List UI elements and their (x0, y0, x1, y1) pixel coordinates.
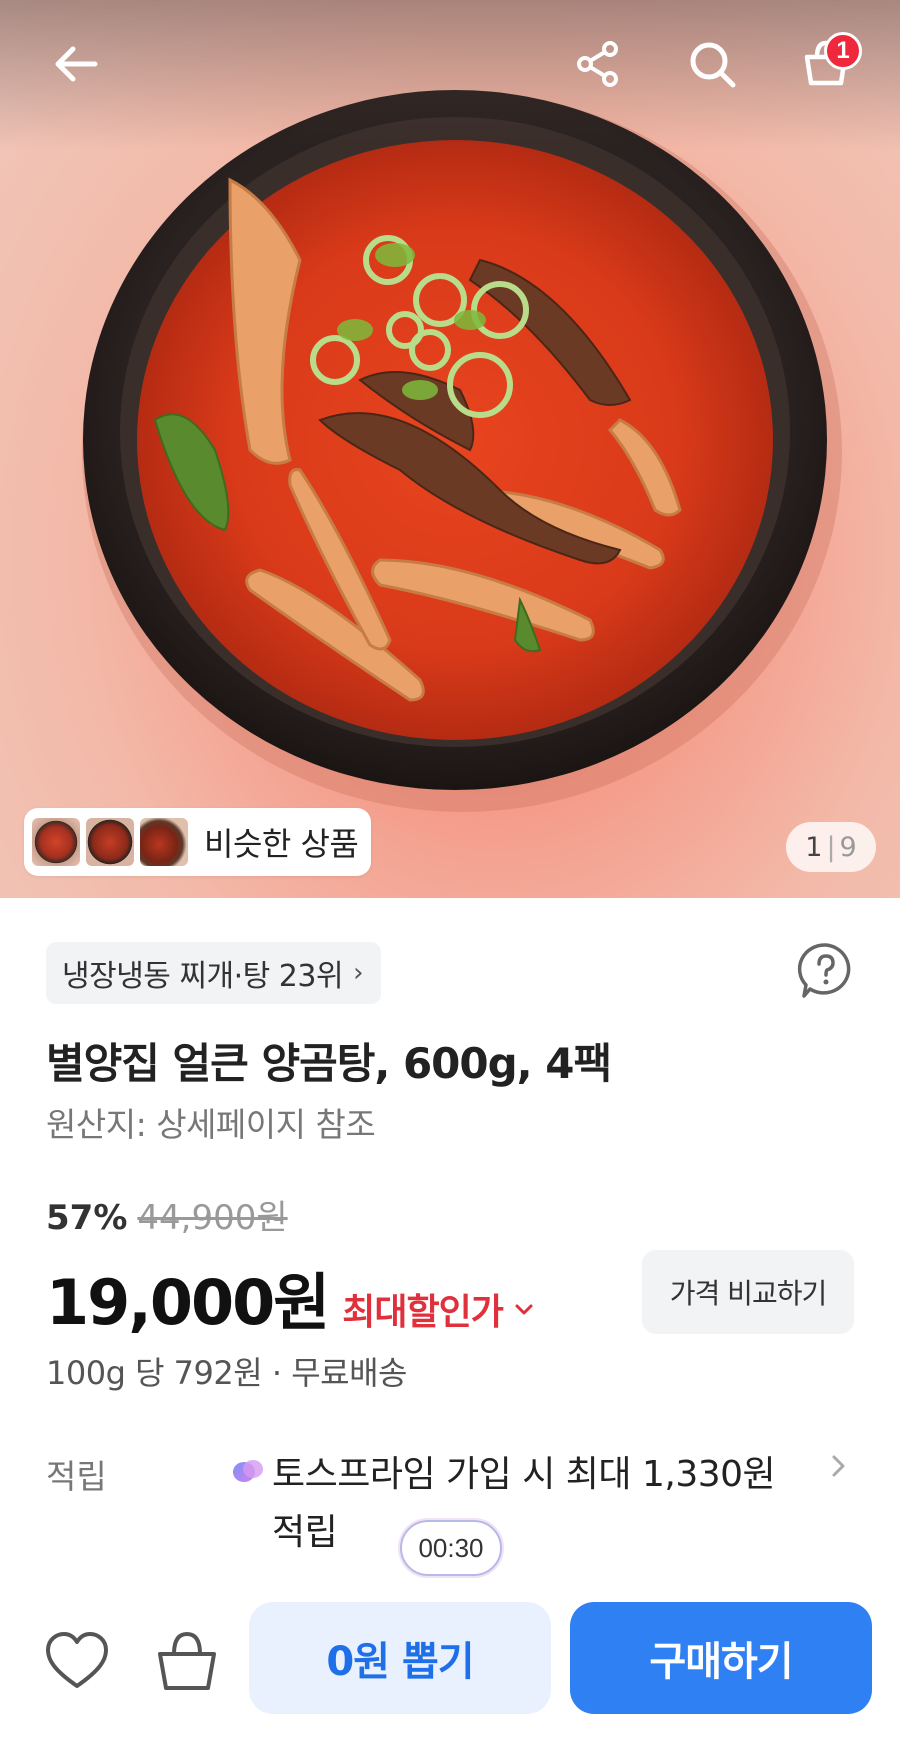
chevron-right-icon[interactable] (830, 1452, 848, 1487)
discount-rate: 57% (46, 1198, 128, 1238)
max-discount-toggle[interactable]: 최대할인가 (342, 1283, 535, 1335)
similar-thumbnail (140, 818, 188, 866)
share-icon (577, 41, 618, 87)
toss-prime-icon (233, 1460, 263, 1482)
product-image-gallery[interactable]: 1 비슷한 상품 1 | 9 (0, 0, 900, 898)
top-gradient-overlay (0, 0, 900, 150)
product-title: 별양집 얼큰 양곰탕, 600g, 4팩 (46, 1039, 612, 1088)
total-pages: 9 (839, 831, 857, 863)
chevron-right-icon: › (353, 958, 363, 988)
heart-icon[interactable] (42, 1626, 112, 1696)
page-separator: | (826, 831, 836, 863)
product-origin: 원산지: 상세페이지 참조 (46, 1105, 376, 1144)
buy-button[interactable]: 구매하기 (570, 1602, 872, 1714)
back-button[interactable] (42, 30, 110, 98)
help-icon[interactable] (796, 940, 856, 1000)
image-page-counter: 1 | 9 (786, 822, 876, 872)
price-row: 19,000원 최대할인가 (46, 1252, 535, 1342)
original-price: 44,900원 (137, 1198, 288, 1238)
reward-label: 적립 (46, 1457, 107, 1496)
reward-text[interactable]: 토스프라임 가입 시 최대 1,330원 적립 (272, 1446, 812, 1562)
search-button[interactable] (678, 30, 746, 98)
similar-products-label: 비슷한 상품 (204, 825, 359, 863)
similar-products-button[interactable]: 비슷한 상품 (24, 808, 371, 876)
cart-count-badge: 1 (824, 32, 862, 70)
shopping-bag-icon[interactable] (152, 1626, 222, 1696)
max-discount-label: 최대할인가 (342, 1292, 504, 1333)
chevron-down-icon (515, 1304, 533, 1315)
current-page: 1 (805, 831, 823, 863)
countdown-timer: 00:30 (400, 1520, 502, 1576)
zero-won-draw-button[interactable]: 0원 뽑기 (249, 1602, 551, 1714)
similar-thumbnail (32, 818, 80, 866)
bottom-action-bar: 0원 뽑기 구매하기 (0, 1590, 900, 1756)
discount-row: 57% 44,900원 (46, 1190, 288, 1239)
cart-button[interactable]: 1 (792, 30, 862, 98)
similar-thumbnail (86, 818, 134, 866)
search-icon (690, 42, 736, 88)
category-rank-label: 냉장냉동 찌개·탕 23위 (62, 959, 344, 994)
unit-price-shipping: 100g 당 792원 · 무료배송 (46, 1354, 407, 1392)
share-button[interactable] (564, 30, 632, 98)
arrow-left-icon (55, 46, 98, 82)
compare-price-button[interactable]: 가격 비교하기 (642, 1250, 854, 1334)
sale-price: 19,000원 (46, 1266, 330, 1339)
category-rank-chip[interactable]: 냉장냉동 찌개·탕 23위 › (46, 942, 381, 1004)
